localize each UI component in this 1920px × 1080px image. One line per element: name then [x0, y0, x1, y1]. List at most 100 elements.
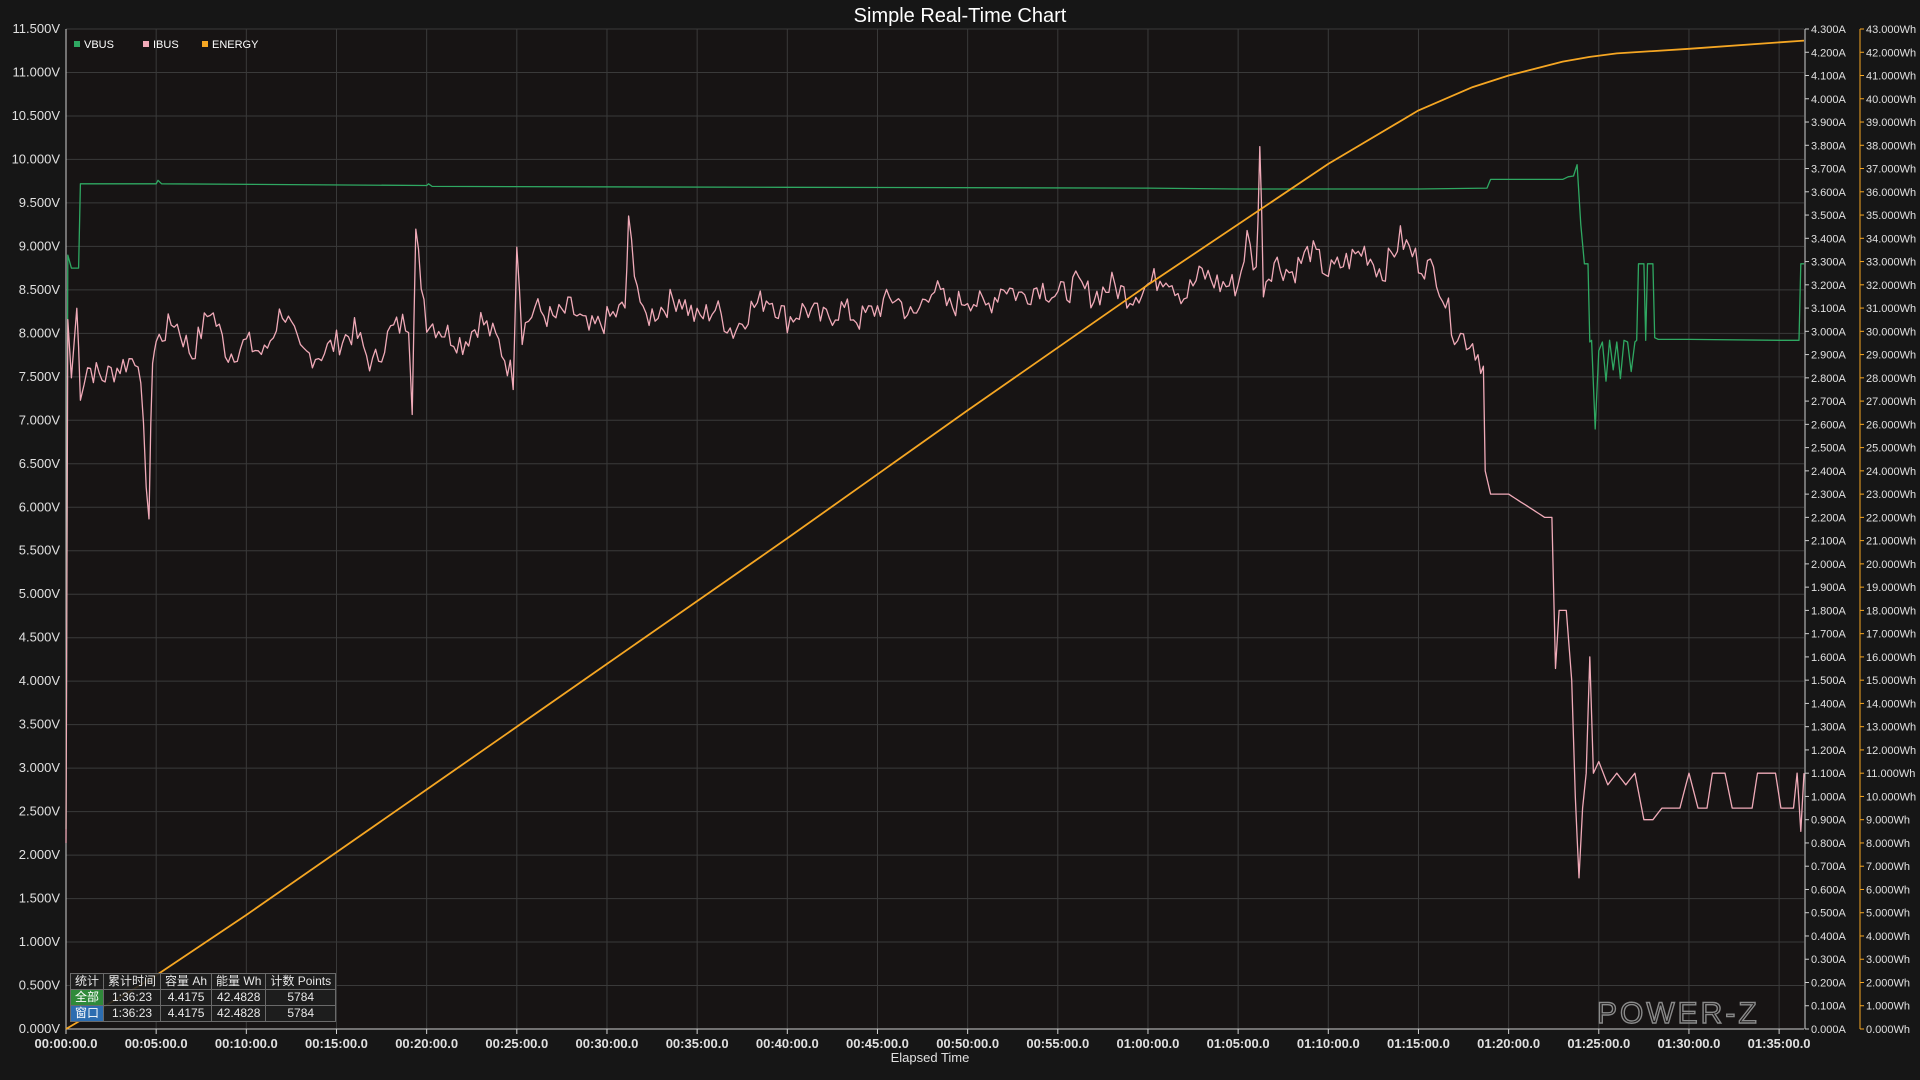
y-left-tick-label: 4.000V — [19, 673, 61, 688]
y-right-energy-tick-label: 34.000Wh — [1866, 233, 1916, 245]
y-right-energy-tick-label: 25.000Wh — [1866, 443, 1916, 455]
y-right-current-tick-label: 0.800A — [1811, 838, 1847, 850]
y-right-energy-tick-label: 21.000Wh — [1866, 536, 1916, 548]
y-left-tick-label: 8.000V — [19, 325, 61, 340]
y-left-tick-label: 1.500V — [19, 891, 61, 906]
y-right-current-tick-label: 2.700A — [1811, 396, 1847, 408]
y-right-current-tick-label: 2.400A — [1811, 466, 1847, 478]
y-right-current-tick-label: 3.700A — [1811, 164, 1847, 176]
y-right-current-tick-label: 3.800A — [1811, 140, 1847, 152]
y-right-energy-tick-label: 20.000Wh — [1866, 559, 1916, 571]
y-right-current-tick-label: 1.800A — [1811, 605, 1847, 617]
y-right-energy-tick-label: 32.000Wh — [1866, 280, 1916, 292]
y-left-tick-label: 11.500V — [13, 21, 61, 36]
y-right-energy-tick-label: 7.000Wh — [1866, 861, 1910, 873]
x-tick-label: 01:05:00.0 — [1207, 1036, 1270, 1051]
y-left-tick-label: 9.500V — [19, 195, 61, 210]
y-right-energy-tick-label: 1.000Wh — [1866, 1001, 1910, 1013]
stats-row-label: 窗口 — [69, 1005, 105, 1022]
y-right-energy-tick-label: 3.000Wh — [1866, 954, 1910, 966]
chart-svg: 0.000V 0.500V 1.000V 1.500V 2.000V 2.500V 3.00… — [0, 0, 1920, 1080]
y-right-energy-tick-label: 4.000Wh — [1866, 931, 1910, 943]
y-right-current-tick-label: 0.300A — [1811, 954, 1847, 966]
x-tick-label: 00:50:00.0 — [936, 1036, 999, 1051]
x-tick-label: 00:25:00.0 — [485, 1036, 548, 1051]
y-right-energy-tick-label: 23.000Wh — [1866, 489, 1916, 501]
y-right-current-tick-label: 4.200A — [1811, 47, 1847, 59]
x-tick-label: 00:35:00.0 — [666, 1036, 729, 1051]
y-right-current-tick-label: 1.000A — [1811, 791, 1847, 803]
y-left-tick-label: 9.000V — [19, 238, 61, 253]
y-right-energy-tick-label: 9.000Wh — [1866, 815, 1910, 827]
stats-cell-points: 5784 — [265, 989, 337, 1006]
y-right-current-tick-label: 0.100A — [1811, 1001, 1847, 1013]
y-right-current-tick-label: 1.900A — [1811, 582, 1847, 594]
x-tick-label: 01:10:00.0 — [1297, 1036, 1360, 1051]
y-left-tick-label: 3.000V — [19, 760, 61, 775]
y-right-energy-tick-label: 28.000Wh — [1866, 373, 1916, 385]
stats-cell-capacity: 4.4175 — [160, 1005, 213, 1022]
y-right-energy-tick-label: 43.000Wh — [1866, 24, 1916, 36]
y-left-tick-label: 7.500V — [19, 369, 61, 384]
y-left-tick-label: 11.000V — [13, 64, 61, 79]
y-right-current-tick-label: 1.600A — [1811, 652, 1847, 664]
y-left-tick-label: 2.000V — [19, 847, 61, 862]
x-tick-label: 01:20:00.0 — [1477, 1036, 1540, 1051]
y-left-tick-label: 2.500V — [19, 804, 61, 819]
y-right-current-tick-label: 1.300A — [1811, 722, 1847, 734]
y-right-current-tick-label: 4.300A — [1811, 24, 1847, 36]
y-right-energy-tick-label: 22.000Wh — [1866, 512, 1916, 524]
stats-header-cell: 累计时间 — [103, 973, 162, 990]
y-right-current-tick-label: 3.200A — [1811, 280, 1847, 292]
x-tick-label: 01:30:00.0 — [1658, 1036, 1721, 1051]
y-right-current-tick-label: 2.900A — [1811, 350, 1847, 362]
y-right-current-tick-label: 4.000A — [1811, 94, 1847, 106]
y-right-current-tick-label: 2.100A — [1811, 536, 1847, 548]
y-right-energy-tick-label: 11.000Wh — [1866, 768, 1915, 780]
y-right-energy-tick-label: 26.000Wh — [1866, 419, 1916, 431]
y-right-current-tick-label: 1.700A — [1811, 629, 1847, 641]
x-tick-label: 00:30:00.0 — [576, 1036, 639, 1051]
x-tick-label: 01:35:00.0 — [1748, 1036, 1811, 1051]
y-left-tick-label: 10.000V — [12, 151, 61, 166]
y-right-current-tick-label: 2.800A — [1811, 373, 1847, 385]
y-left-tick-label: 0.000V — [19, 1021, 61, 1036]
stats-header-cell: 统计 — [69, 973, 105, 990]
x-tick-label: 01:00:00.0 — [1117, 1036, 1180, 1051]
y-left-tick-label: 10.500V — [12, 108, 61, 123]
y-right-current-tick-label: 3.000A — [1811, 326, 1847, 338]
stats-table: 统计 累计时间 容量 Ah 能量 Wh 计数 Points 全部 1:36:23… — [69, 973, 337, 1022]
y-right-current-tick-label: 1.500A — [1811, 675, 1847, 687]
y-right-current-tick-label: 3.600A — [1811, 187, 1847, 199]
y-right-energy-tick-label: 36.000Wh — [1866, 187, 1916, 199]
y-right-current-tick-label: 2.000A — [1811, 559, 1847, 571]
legend-swatch-vbus — [74, 41, 80, 47]
y-right-current-tick-label: 2.600A — [1811, 419, 1847, 431]
y-left-tick-label: 6.500V — [19, 456, 61, 471]
y-left-tick-label: 8.500V — [19, 282, 61, 297]
legend-label-ibus: IBUS — [153, 39, 179, 51]
x-tick-label: 00:55:00.0 — [1026, 1036, 1089, 1051]
x-tick-label: 00:45:00.0 — [846, 1036, 909, 1051]
y-right-current-tick-label: 0.000A — [1811, 1024, 1847, 1036]
y-right-current-tick-label: 0.700A — [1811, 861, 1847, 873]
x-tick-label: 01:25:00.0 — [1567, 1036, 1630, 1051]
chart-title: Simple Real-Time Chart — [854, 5, 1067, 27]
y-right-current-tick-label: 0.900A — [1811, 815, 1847, 827]
stats-cell-energy: 42.4828 — [211, 989, 267, 1006]
y-right-energy-tick-label: 24.000Wh — [1866, 466, 1916, 478]
y-right-energy-tick-label: 2.000Wh — [1866, 977, 1910, 989]
y-left-tick-label: 1.000V — [19, 934, 61, 949]
y-right-current-tick-label: 3.500A — [1811, 210, 1847, 222]
y-right-energy-tick-label: 27.000Wh — [1866, 396, 1916, 408]
y-right-current-tick-label: 0.500A — [1811, 908, 1847, 920]
y-right-energy-tick-label: 15.000Wh — [1866, 675, 1916, 687]
y-right-energy-tick-label: 19.000Wh — [1866, 582, 1916, 594]
y-right-current-tick-label: 1.200A — [1811, 745, 1847, 757]
y-right-energy-tick-label: 30.000Wh — [1866, 326, 1916, 338]
y-right-energy-tick-label: 10.000Wh — [1866, 791, 1916, 803]
x-tick-label: 00:10:00.0 — [215, 1036, 278, 1051]
legend-swatch-energy — [202, 41, 208, 47]
x-tick-label: 00:00:00.0 — [35, 1036, 98, 1051]
y-right-current-tick-label: 2.200A — [1811, 512, 1847, 524]
